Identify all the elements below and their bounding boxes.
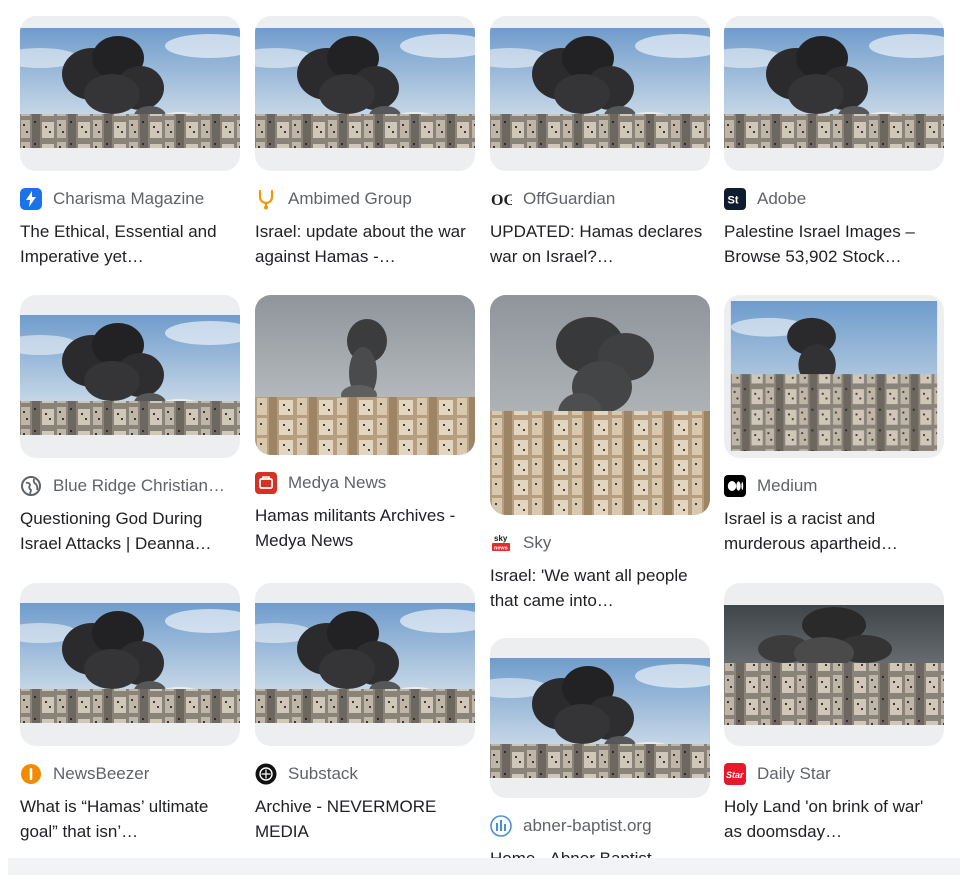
- result-source[interactable]: Medya News: [255, 471, 475, 495]
- result-thumbnail[interactable]: [490, 638, 710, 798]
- result-source-name: Medium: [757, 476, 818, 495]
- result-thumbnail[interactable]: [490, 16, 710, 171]
- bars-icon: [490, 815, 512, 837]
- result-source-name: Charisma Magazine: [53, 189, 205, 208]
- svg-text:St: St: [728, 195, 739, 207]
- result-source-name: Medya News: [288, 473, 387, 492]
- medya-icon: [255, 472, 277, 494]
- result-source[interactable]: OG OffGuardian: [490, 187, 710, 211]
- image-result-card: Ambimed Group Israel: update about the w…: [255, 16, 475, 269]
- lightning-icon: [20, 188, 42, 210]
- globe-icon: [21, 476, 41, 496]
- result-title-link[interactable]: Israel: update about the war against Ham…: [255, 219, 470, 269]
- svg-text:sky: sky: [494, 534, 508, 543]
- info-icon: [21, 764, 41, 784]
- image-result-card: OG OffGuardian UPDATED: Hamas declares w…: [490, 16, 710, 269]
- image-result-card: Blue Ridge Christian… Questioning God Du…: [20, 295, 240, 556]
- result-source[interactable]: Medium: [724, 474, 944, 498]
- og-logo-icon: OG: [491, 192, 512, 209]
- svg-text:Star: Star: [726, 770, 744, 780]
- image-result-card: Medium Israel is a racist and murderous …: [724, 295, 944, 556]
- result-thumbnail[interactable]: [20, 583, 240, 746]
- result-source-name: Blue Ridge Christian…: [53, 476, 225, 495]
- sky-news-icon: sky news: [492, 534, 510, 552]
- result-thumbnail[interactable]: [20, 16, 240, 171]
- result-title-link[interactable]: Archive - NEVERMORE MEDIA: [255, 794, 470, 844]
- result-thumbnail[interactable]: [724, 295, 944, 458]
- image-result-card: Medya News Hamas militants Archives - Me…: [255, 295, 475, 553]
- result-source[interactable]: NewsBeezer: [20, 762, 240, 786]
- substack-icon: [255, 763, 277, 785]
- result-title-link[interactable]: The Ethical, Essential and Imperative ye…: [20, 219, 235, 269]
- image-result-card: Substack Archive - NEVERMORE MEDIA: [255, 583, 475, 844]
- image-result-card: sky news Sky Israel: 'We want all people …: [490, 295, 710, 613]
- result-source-name: Adobe: [757, 189, 807, 208]
- result-title-link[interactable]: Palestine Israel Images – Browse 53,902 …: [724, 219, 939, 269]
- result-thumbnail[interactable]: [20, 295, 240, 458]
- result-source[interactable]: Ambimed Group: [255, 187, 475, 211]
- stethoscope-icon: [258, 189, 274, 210]
- svg-text:OG: OG: [491, 192, 512, 209]
- result-title-link[interactable]: Israel: 'We want all people that came in…: [490, 563, 705, 613]
- result-source[interactable]: Star Daily Star: [724, 762, 944, 786]
- result-source-name: Ambimed Group: [288, 189, 412, 208]
- medium-icon: [724, 475, 746, 497]
- result-thumbnail[interactable]: [724, 16, 944, 171]
- result-thumbnail[interactable]: [255, 295, 475, 455]
- result-thumbnail[interactable]: [490, 295, 710, 515]
- result-title-link[interactable]: UPDATED: Hamas declares war on Israel?…: [490, 219, 705, 269]
- bottom-bar: [8, 858, 960, 875]
- result-title-link[interactable]: What is “Hamas’ ultimate goal” that isn’…: [20, 794, 235, 844]
- result-title-link[interactable]: Questioning God During Israel Attacks | …: [20, 506, 235, 556]
- result-source-name: Substack: [288, 764, 358, 783]
- result-source[interactable]: Charisma Magazine: [20, 187, 240, 211]
- result-source[interactable]: sky news Sky: [490, 531, 710, 555]
- result-source-name: OffGuardian: [523, 189, 616, 208]
- result-title-link[interactable]: Hamas militants Archives - Medya News: [255, 503, 470, 553]
- image-result-card: NewsBeezer What is “Hamas’ ultimate goal…: [20, 583, 240, 844]
- result-source-name: NewsBeezer: [53, 764, 150, 783]
- result-thumbnail[interactable]: [255, 583, 475, 746]
- svg-text:news: news: [494, 546, 508, 552]
- result-title-link[interactable]: Holy Land 'on brink of war' as doomsday…: [724, 794, 939, 844]
- image-result-card: Star Daily Star Holy Land 'on brink of w…: [724, 583, 944, 844]
- result-source[interactable]: abner-baptist.org: [490, 814, 710, 838]
- result-source[interactable]: Blue Ridge Christian…: [20, 474, 240, 498]
- result-source-name: abner-baptist.org: [523, 816, 652, 835]
- daily-star-icon: Star: [724, 763, 746, 785]
- result-title-link[interactable]: Israel is a racist and murderous aparthe…: [724, 506, 939, 556]
- result-source[interactable]: St Adobe: [724, 187, 944, 211]
- result-source[interactable]: Substack: [255, 762, 475, 786]
- image-result-card: St Adobe Palestine Israel Images – Brows…: [724, 16, 944, 269]
- result-thumbnail[interactable]: [255, 16, 475, 171]
- result-source-name: Daily Star: [757, 764, 831, 783]
- result-source-name: Sky: [523, 533, 552, 552]
- result-thumbnail[interactable]: [724, 583, 944, 746]
- image-result-card: Charisma Magazine The Ethical, Essential…: [20, 16, 240, 269]
- adobe-stock-icon: St: [724, 188, 746, 210]
